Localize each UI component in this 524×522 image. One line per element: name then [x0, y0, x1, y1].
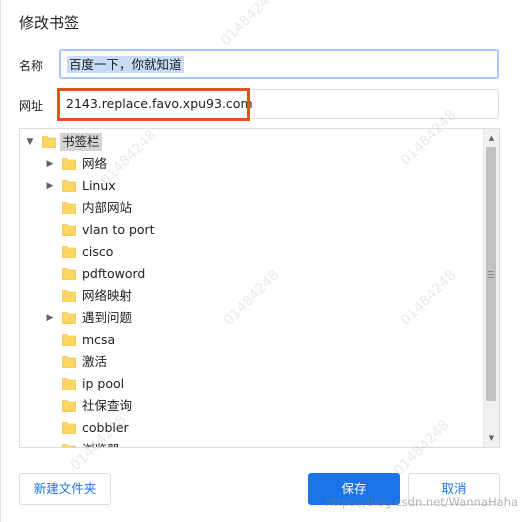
folder-icon [62, 268, 76, 280]
name-input-value: 百度一下，你就知道 [67, 56, 184, 73]
name-input[interactable]: 百度一下，你就知道 [59, 49, 499, 79]
tree-node[interactable]: ip pool [20, 373, 483, 395]
cancel-button[interactable]: 取消 [408, 473, 500, 505]
tree-node[interactable]: 浏览器 [20, 439, 483, 447]
tree-node-label: 激活 [82, 354, 108, 369]
tree-node-label: mcsa [82, 332, 116, 347]
tree-node[interactable]: pdftoword [20, 263, 483, 285]
tree-scrollbar[interactable]: ▲ ▼ [483, 129, 499, 447]
folder-icon [62, 444, 76, 447]
tree-node[interactable]: mcsa [20, 329, 483, 351]
folder-icon [62, 202, 76, 214]
tree-node[interactable]: cisco [20, 241, 483, 263]
folder-tree-list: ▼ 书签栏 ▶ 网络 ▶ Linux 内部网站 vlan to port cisco pdft… [20, 131, 483, 447]
folder-tree[interactable]: ▼ 书签栏 ▶ 网络 ▶ Linux 内部网站 vlan to port cisco pdft… [19, 128, 500, 448]
tree-node[interactable]: ▶ 网络 [20, 153, 483, 175]
tree-node[interactable]: ▶ Linux [20, 175, 483, 197]
folder-icon [62, 334, 76, 346]
new-folder-button[interactable]: 新建文件夹 [19, 473, 111, 505]
tree-node-label: 内部网站 [82, 200, 133, 215]
tree-node-label: 社保查询 [82, 398, 133, 413]
expand-icon[interactable]: ▶ [44, 175, 56, 197]
dialog-title: 修改书签 [19, 14, 80, 32]
tree-node-label: 网络映射 [82, 288, 133, 303]
tree-node-label: 网络 [82, 156, 108, 171]
expand-icon[interactable]: ▶ [44, 153, 56, 175]
thumb-grip [488, 277, 494, 278]
tree-node[interactable]: vlan to port [20, 219, 483, 241]
tree-node[interactable]: 网络映射 [20, 285, 483, 307]
folder-icon [42, 136, 56, 148]
folder-icon [62, 246, 76, 258]
thumb-grip [488, 271, 494, 272]
tree-node-label: cobbler [82, 420, 129, 435]
edit-bookmark-dialog: 修改书签 名称 百度一下，你就知道 网址 2143.replace.favo.x… [0, 0, 524, 522]
tree-node-label: ip pool [82, 376, 125, 391]
url-input-value: 2143.replace.favo.xpu93.com [66, 96, 253, 111]
watermark-text: 01484248 [217, 0, 280, 49]
tree-node-label: vlan to port [82, 222, 155, 237]
scroll-thumb[interactable] [486, 147, 496, 401]
name-label: 名称 [19, 59, 44, 73]
expand-icon[interactable]: ▶ [44, 307, 56, 329]
url-input[interactable]: 2143.replace.favo.xpu93.com [59, 89, 499, 119]
folder-icon [62, 312, 76, 324]
folder-icon [62, 400, 76, 412]
tree-node[interactable]: 社保查询 [20, 395, 483, 417]
folder-icon [62, 378, 76, 390]
tree-node-label: pdftoword [82, 266, 146, 281]
scroll-up-icon[interactable]: ▲ [484, 131, 499, 145]
tree-node[interactable]: 激活 [20, 351, 483, 373]
folder-icon [62, 422, 76, 434]
tree-node[interactable]: cobbler [20, 417, 483, 439]
tree-node[interactable]: 内部网站 [20, 197, 483, 219]
tree-node-label: Linux [82, 178, 116, 193]
collapse-icon[interactable]: ▼ [24, 131, 36, 153]
tree-node-label: cisco [82, 244, 114, 259]
thumb-grip [488, 274, 494, 275]
tree-node-root[interactable]: ▼ 书签栏 [20, 131, 483, 153]
tree-node-label: 浏览器 [82, 439, 120, 447]
folder-icon [62, 158, 76, 170]
folder-icon [62, 290, 76, 302]
save-button[interactable]: 保存 [308, 473, 400, 505]
folder-icon [62, 224, 76, 236]
url-label: 网址 [19, 99, 44, 113]
folder-icon [62, 180, 76, 192]
tree-node[interactable]: ▶ 遇到问题 [20, 307, 483, 329]
scroll-down-icon[interactable]: ▼ [484, 431, 499, 445]
tree-node-label: 遇到问题 [82, 310, 133, 325]
folder-icon [62, 356, 76, 368]
tree-node-label: 书签栏 [60, 133, 102, 151]
